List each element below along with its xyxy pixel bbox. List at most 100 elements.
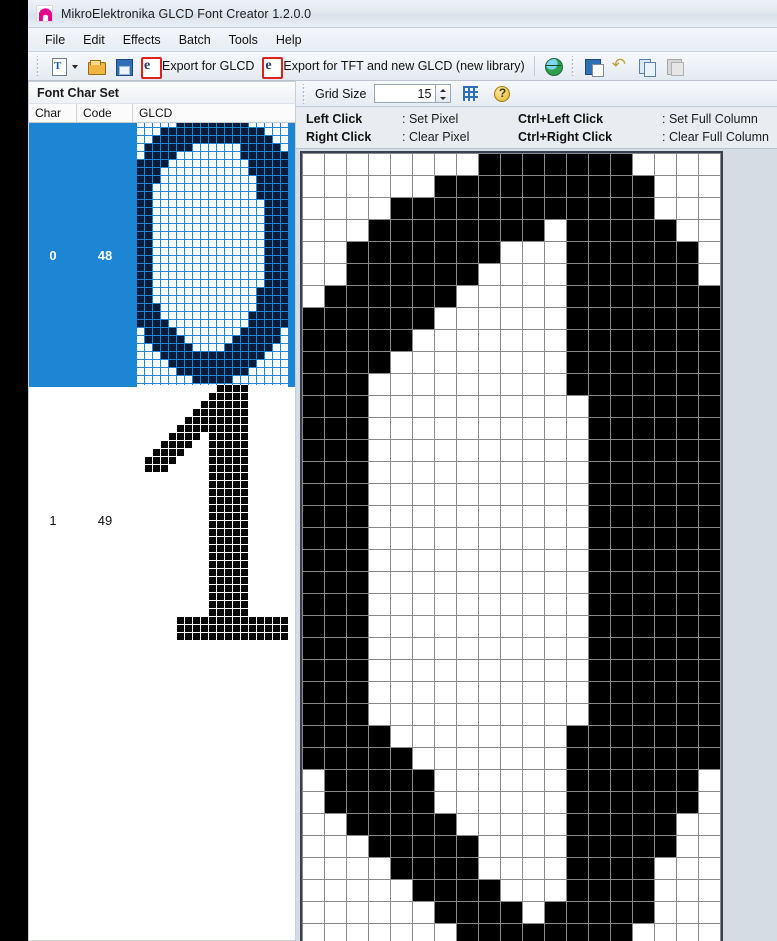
pixel-cell[interactable]	[501, 440, 522, 461]
pixel-cell[interactable]	[501, 176, 522, 197]
undo-button[interactable]	[607, 54, 634, 78]
pixel-cell[interactable]	[655, 352, 676, 373]
pixel-cell[interactable]	[677, 682, 698, 703]
pixel-cell[interactable]	[655, 770, 676, 791]
pixel-cell[interactable]	[303, 506, 324, 527]
pixel-cell[interactable]	[545, 286, 566, 307]
pixel-cell[interactable]	[413, 308, 434, 329]
pixel-cell[interactable]	[347, 220, 368, 241]
pixel-cell[interactable]	[633, 858, 654, 879]
pixel-cell[interactable]	[347, 198, 368, 219]
pixel-cell[interactable]	[303, 418, 324, 439]
pixel-cell[interactable]	[479, 858, 500, 879]
pixel-cell[interactable]	[501, 638, 522, 659]
pixel-cell[interactable]	[523, 198, 544, 219]
pixel-cell[interactable]	[699, 528, 720, 549]
pixel-cell[interactable]	[633, 748, 654, 769]
pixel-cell[interactable]	[567, 682, 588, 703]
pixel-cell[interactable]	[391, 748, 412, 769]
pixel-cell[interactable]	[303, 198, 324, 219]
pixel-cell[interactable]	[655, 638, 676, 659]
pixel-cell[interactable]	[655, 330, 676, 351]
pixel-cell[interactable]	[435, 814, 456, 835]
pixel-cell[interactable]	[655, 880, 676, 901]
pixel-cell[interactable]	[567, 660, 588, 681]
pixel-cell[interactable]	[589, 660, 610, 681]
pixel-cell[interactable]	[435, 748, 456, 769]
pixel-cell[interactable]	[325, 374, 346, 395]
pixel-cell[interactable]	[501, 264, 522, 285]
pixel-cell[interactable]	[413, 858, 434, 879]
pixel-cell[interactable]	[457, 462, 478, 483]
pixel-cell[interactable]	[347, 484, 368, 505]
pixel-cell[interactable]	[633, 220, 654, 241]
pixel-cell[interactable]	[413, 770, 434, 791]
pixel-cell[interactable]	[435, 462, 456, 483]
pixel-cell[interactable]	[369, 352, 390, 373]
pixel-cell[interactable]	[501, 396, 522, 417]
pixel-cell[interactable]	[633, 198, 654, 219]
pixel-cell[interactable]	[347, 748, 368, 769]
pixel-cell[interactable]	[369, 770, 390, 791]
pixel-cell[interactable]	[633, 726, 654, 747]
pixel-cell[interactable]	[545, 726, 566, 747]
pixel-cell[interactable]	[391, 638, 412, 659]
pixel-cell[interactable]	[699, 726, 720, 747]
pixel-cell[interactable]	[457, 374, 478, 395]
pixel-cell[interactable]	[523, 924, 544, 941]
pixel-cell[interactable]	[677, 792, 698, 813]
pixel-cell[interactable]	[501, 484, 522, 505]
pixel-cell[interactable]	[567, 704, 588, 725]
pixel-cell[interactable]	[523, 528, 544, 549]
toolbar-grip-2[interactable]	[569, 56, 577, 76]
pixel-cell[interactable]	[611, 726, 632, 747]
pixel-cell[interactable]	[501, 242, 522, 263]
pixel-cell[interactable]	[545, 704, 566, 725]
pixel-cell[interactable]	[369, 748, 390, 769]
pixel-cell[interactable]	[435, 264, 456, 285]
pixel-cell[interactable]	[655, 154, 676, 175]
open-button[interactable]	[83, 54, 110, 78]
pixel-cell[interactable]	[457, 154, 478, 175]
pixel-cell[interactable]	[369, 704, 390, 725]
pixel-cell[interactable]	[633, 616, 654, 637]
pixel-cell[interactable]	[501, 198, 522, 219]
pixel-cell[interactable]	[435, 924, 456, 941]
pixel-cell[interactable]	[523, 264, 544, 285]
pixel-cell[interactable]	[677, 242, 698, 263]
pixel-cell[interactable]	[347, 924, 368, 941]
pixel-cell[interactable]	[545, 506, 566, 527]
pixel-cell[interactable]	[413, 726, 434, 747]
pixel-cell[interactable]	[655, 902, 676, 923]
pixel-cell[interactable]	[633, 528, 654, 549]
pixel-cell[interactable]	[479, 330, 500, 351]
pixel-cell[interactable]	[325, 462, 346, 483]
pixel-cell[interactable]	[347, 572, 368, 593]
pixel-cell[interactable]	[369, 330, 390, 351]
pixel-cell[interactable]	[369, 396, 390, 417]
pixel-cell[interactable]	[479, 814, 500, 835]
pixel-cell[interactable]	[303, 704, 324, 725]
pixel-cell[interactable]	[435, 396, 456, 417]
pixel-cell[interactable]	[479, 286, 500, 307]
pixel-cell[interactable]	[589, 418, 610, 439]
pixel-cell[interactable]	[611, 176, 632, 197]
pixel-cell[interactable]	[501, 374, 522, 395]
pixel-cell[interactable]	[523, 902, 544, 923]
pixel-cell[interactable]	[545, 792, 566, 813]
pixel-cell[interactable]	[325, 220, 346, 241]
pixel-cell[interactable]	[501, 770, 522, 791]
pixel-cell[interactable]	[457, 264, 478, 285]
pixel-cell[interactable]	[413, 198, 434, 219]
export-for-tft-button[interactable]: Export for TFT and new GLCD (new library…	[258, 54, 528, 79]
pixel-cell[interactable]	[391, 154, 412, 175]
pixel-cell[interactable]	[633, 396, 654, 417]
pixel-cell[interactable]	[633, 638, 654, 659]
pixel-cell[interactable]	[567, 528, 588, 549]
pixel-cell[interactable]	[369, 638, 390, 659]
pixel-cell[interactable]	[589, 572, 610, 593]
pixel-cell[interactable]	[545, 176, 566, 197]
pixel-cell[interactable]	[611, 286, 632, 307]
pixel-cell[interactable]	[633, 836, 654, 857]
pixel-cell[interactable]	[677, 836, 698, 857]
